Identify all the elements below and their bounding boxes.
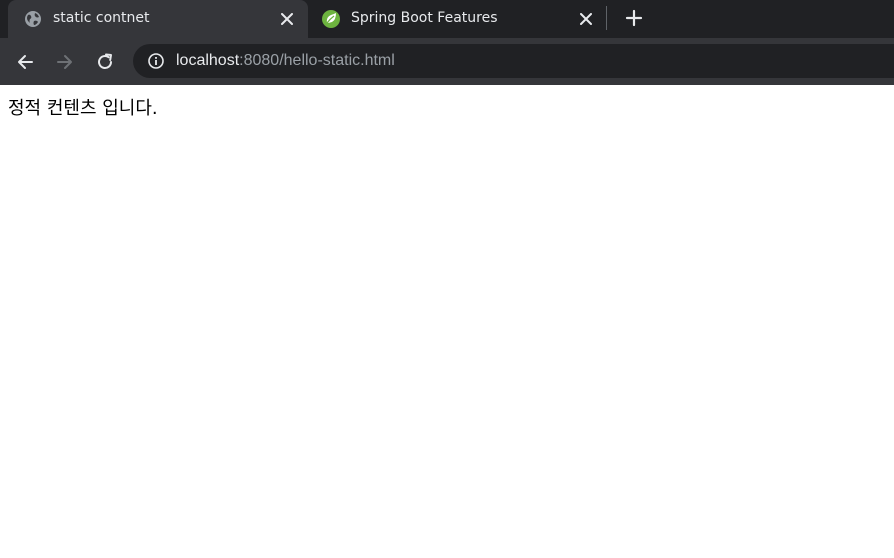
- reload-icon: [98, 53, 112, 69]
- toolbar: localhost:8080/hello-static.html: [0, 38, 894, 85]
- url-host: localhost: [176, 52, 240, 69]
- address-bar[interactable]: localhost:8080/hello-static.html: [133, 44, 894, 78]
- forward-button[interactable]: [51, 48, 79, 76]
- arrow-right-icon: [57, 55, 72, 69]
- tab-separator: [606, 6, 607, 30]
- plus-icon: [625, 9, 643, 27]
- globe-icon: [23, 9, 43, 29]
- info-icon[interactable]: [147, 52, 165, 70]
- tab-spring-boot-features[interactable]: Spring Boot Features: [310, 0, 600, 38]
- close-icon[interactable]: [278, 10, 296, 28]
- back-button[interactable]: [11, 48, 39, 76]
- new-tab-button[interactable]: [622, 6, 646, 30]
- tab-title: Spring Boot Features: [351, 10, 498, 26]
- page-text: 정적 컨텐츠 입니다.: [8, 98, 158, 119]
- tab-static-content[interactable]: static contnet: [8, 0, 308, 38]
- close-icon[interactable]: [577, 10, 595, 28]
- tab-title: static contnet: [53, 10, 150, 26]
- url-path: :8080/hello-static.html: [239, 52, 395, 69]
- arrow-left-icon: [18, 55, 33, 69]
- spring-leaf-icon: [321, 9, 341, 29]
- reload-button[interactable]: [91, 48, 119, 76]
- tab-strip: static contnet Spring Boot Features: [0, 0, 894, 38]
- page-content: 정적 컨텐츠 입니다.: [0, 85, 894, 558]
- url-text[interactable]: localhost:8080/hello-static.html: [176, 52, 395, 70]
